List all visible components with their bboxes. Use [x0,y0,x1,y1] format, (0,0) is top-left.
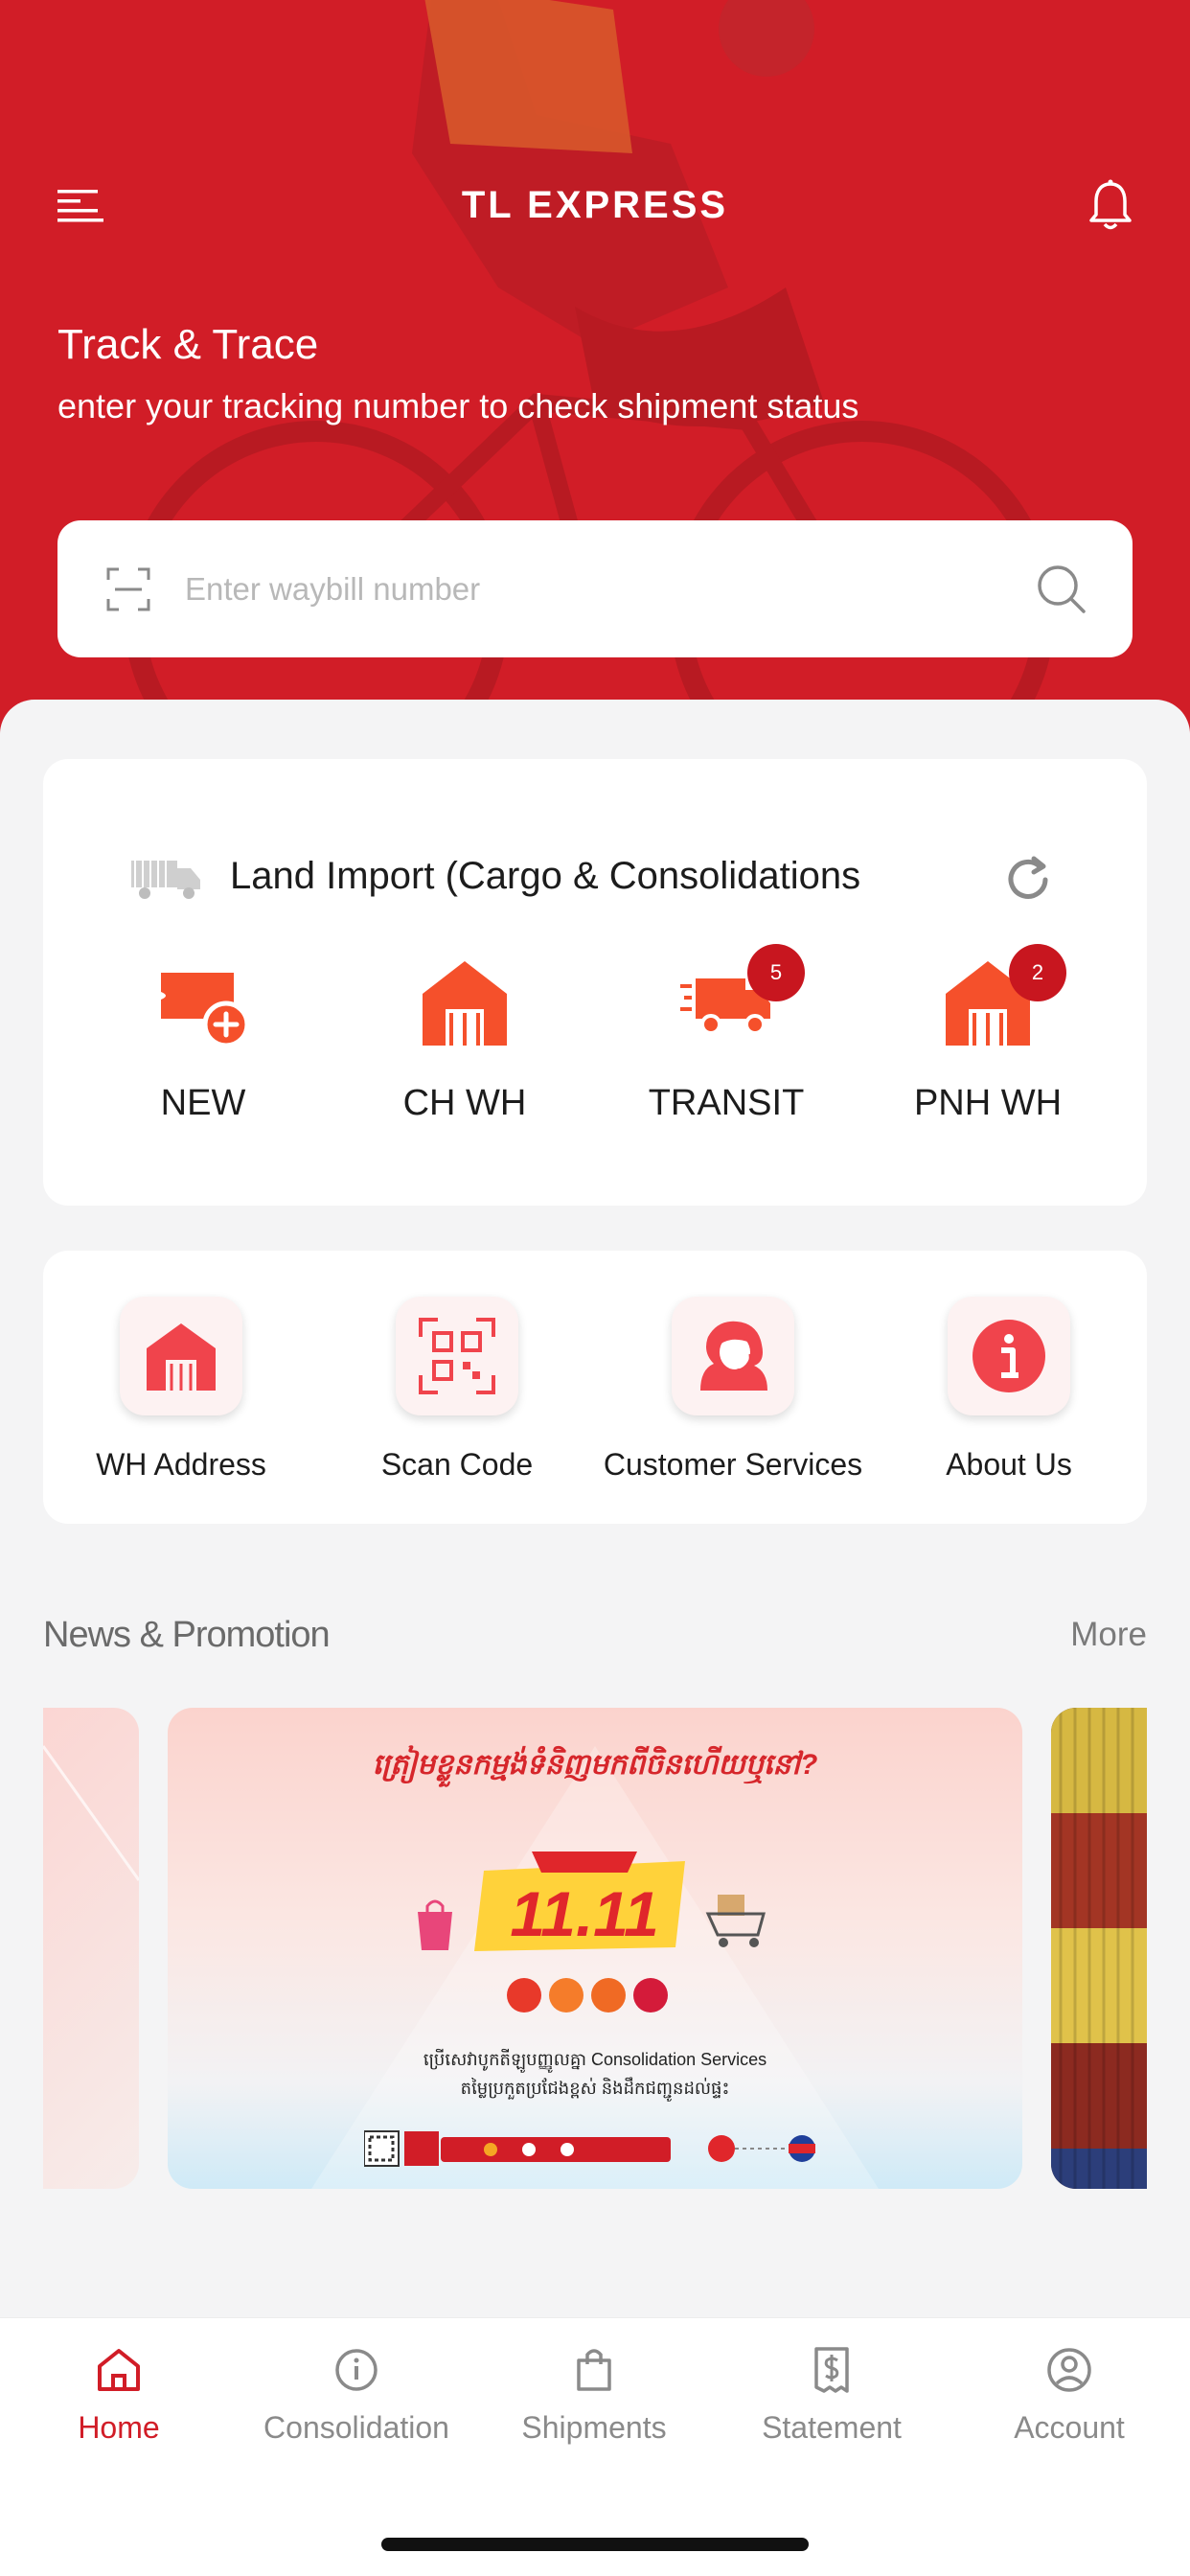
status-label: PNH WH [913,1083,1063,1123]
search-icon[interactable] [1037,564,1087,614]
warehouse-icon [147,1323,216,1391]
info-icon [335,2349,378,2391]
promo-11-11-graphic: 11.11 [474,1852,685,1951]
banner-line-1: ប្រើសេវាបូកតីឡូបញ្ញូលគ្នា Consolidation … [423,2050,767,2069]
status-label: TRANSIT [648,1083,805,1123]
tab-shipments[interactable]: Shipments [475,2345,713,2460]
promo-banner[interactable]: ត្រៀមខ្លួនកម្មង់ទំនិញមកពីចិនហើយឬនៅ? 11.1… [168,1708,1022,2189]
banner-headline: ត្រៀមខ្លួនកម្មង់ទំនិញមកពីចិនហើយឬនៅ? [372,1749,818,1781]
tab-label: Statement [762,2410,902,2445]
transit-count-badge: 5 [747,944,805,1001]
home-icon [98,2349,140,2391]
info-icon [973,1320,1045,1392]
track-trace-subtitle: enter your tracking number to check ship… [57,386,859,426]
scan-code-button[interactable]: Scan Code [319,1251,595,1524]
tab-consolidation[interactable]: Consolidation [238,2345,475,2460]
customer-services-tile [672,1297,794,1415]
status-label: CH WH [402,1083,527,1123]
warehouse-icon [423,961,507,1046]
home-indicator [381,2538,809,2551]
waybill-input[interactable] [185,549,1028,630]
shopping-bag-icon [418,1899,452,1950]
container-image [1051,1708,1147,2189]
shopping-cart-icon [705,1895,766,1947]
quick-action-label: Scan Code [380,1447,534,1482]
quick-action-label: Customer Services [603,1447,863,1482]
tab-label: Consolidation [263,2410,449,2445]
qr-code-icon [419,1318,495,1394]
marketplace-logos [507,1978,668,2012]
more-link[interactable]: More [1070,1616,1147,1654]
quick-action-label: About Us [946,1447,1072,1482]
banner-next[interactable] [1051,1708,1147,2189]
banner-contact-bar [364,2130,671,2167]
status-ch-wh[interactable]: CH WH [359,955,570,1147]
scan-code-tile [396,1297,518,1415]
account-icon [1047,2348,1091,2392]
about-us-tile [948,1297,1070,1415]
truck-icon [131,861,200,899]
banner-line-2: តម្លៃប្រកួតប្រជែងខ្ពស់ និងដឹកជញ្ជូនដល់ផ្… [460,2079,730,2098]
status-transit[interactable]: 5 TRANSIT [621,944,832,1147]
tab-statement[interactable]: Statement [713,2345,950,2460]
bag-icon [577,2349,611,2391]
refresh-icon[interactable] [1001,853,1055,907]
banner-decoration [43,1745,139,1881]
wh-address-tile [120,1297,242,1415]
import-section-title: Land Import (Cargo & Consolidations [230,855,861,897]
waybill-search-box [57,520,1133,657]
bell-icon[interactable] [1087,178,1134,234]
receipt-icon [814,2347,849,2393]
about-us-button[interactable]: About Us [871,1251,1147,1524]
app-title: TL EXPRESS [461,184,729,226]
tab-home[interactable]: Home [0,2345,238,2460]
tab-label: Shipments [521,2410,667,2445]
wh-address-button[interactable]: WH Address [43,1251,319,1524]
support-agent-icon [700,1321,767,1391]
land-import-card: Land Import (Cargo & Consolidations NEW … [43,759,1147,1206]
customer-services-button[interactable]: Customer Services [595,1251,871,1524]
new-shipment-icon [161,973,250,1048]
banner-previous[interactable] [43,1708,139,2189]
track-trace-title: Track & Trace [57,321,319,368]
tab-label: Account [1014,2410,1125,2445]
top-bar: TL EXPRESS [0,172,1190,242]
status-pnh-wh[interactable]: 2 PNH WH [882,944,1093,1147]
flag-icons [708,2135,815,2162]
promo-big-text: 11.11 [510,1878,658,1949]
tab-label: Home [78,2410,160,2445]
scan-icon[interactable] [105,566,151,612]
status-new[interactable]: NEW [98,955,309,1147]
status-label: NEW [160,1083,246,1123]
pnh-count-badge: 2 [1009,944,1066,1001]
tab-account[interactable]: Account [950,2345,1188,2460]
quick-actions-card: WH Address Scan Code Customer Services A… [43,1251,1147,1524]
quick-action-label: WH Address [96,1447,266,1482]
news-section-title: News & Promotion [43,1615,331,1655]
